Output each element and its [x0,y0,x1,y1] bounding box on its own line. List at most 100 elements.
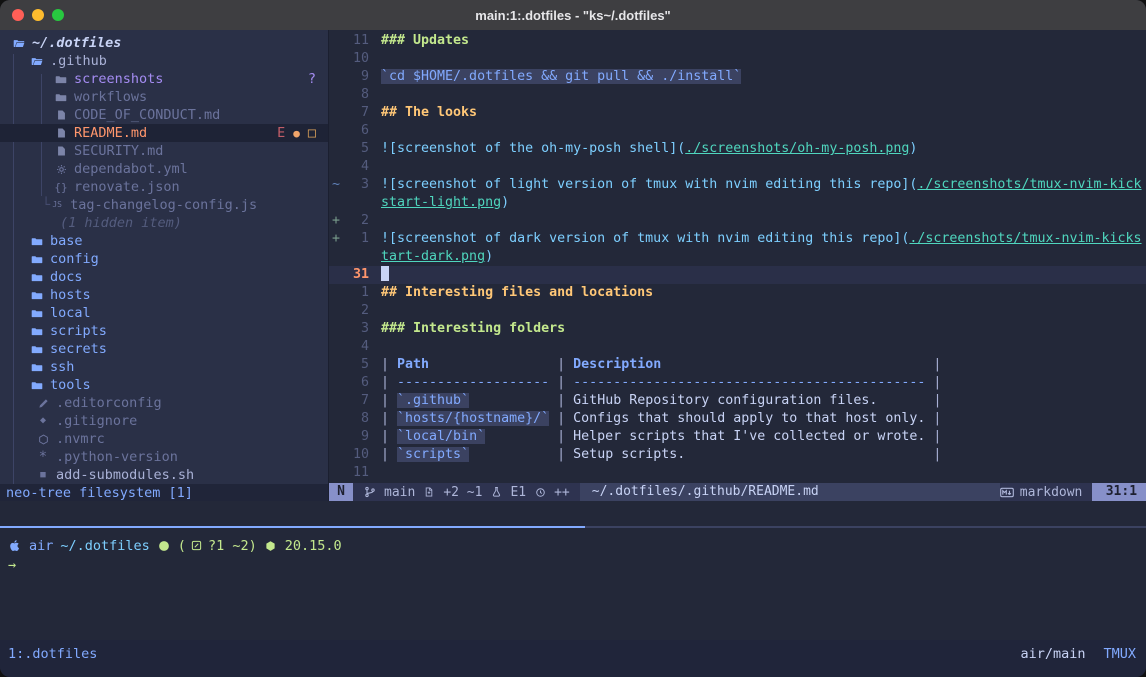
prompt-hostname: air [29,538,53,554]
editor-line[interactable]: +1![screenshot of dark version of tmux w… [329,230,1146,248]
tmux-window-item[interactable]: 1:.dotfiles [8,646,97,662]
tmux-pane-divider[interactable] [0,526,1146,528]
line-text-segment [469,393,549,408]
branch-icon [363,486,377,498]
neo-tree-panel[interactable]: ~/.dotfiles.githubscreenshots?workflowsC… [0,30,328,501]
gutter-sign [329,104,345,122]
tree-item[interactable]: hosts [0,286,328,304]
tree-item-label: scripts [50,323,107,339]
editor-line[interactable]: 1 ## Interesting files and locations [329,284,1146,302]
diamond-icon: ◆ [36,416,50,426]
line-text-segment: ## Interesting files and locations [381,285,653,300]
tree-item[interactable]: ■add-submodules.sh [0,466,328,484]
tree-item[interactable]: docs [0,268,328,286]
editor-line[interactable]: 5| Path | Description | [329,356,1146,374]
line-text-segment [685,447,925,462]
tree-item-label: .nvmrc [56,431,105,447]
editor-line[interactable]: start-light.png) [329,194,1146,212]
line-number: 10 [345,50,369,68]
folder-icon [30,344,44,355]
folder-icon [30,290,44,301]
line-text [381,86,1146,104]
editor-line[interactable]: 5![screenshot of the oh-my-posh shell](.… [329,140,1146,158]
tree-item[interactable]: README.mdE●□ [0,124,328,142]
tree-item[interactable]: *.python-version [0,448,328,466]
apple-icon [8,539,22,552]
tree-item[interactable]: base [0,232,328,250]
tree-item-label: add-submodules.sh [56,467,194,483]
editor-line[interactable]: 6| ------------------- | ---------------… [329,374,1146,392]
tree-item[interactable]: config [0,250,328,268]
editor-line[interactable]: 10 [329,50,1146,68]
tree-item[interactable]: {}renovate.json [0,178,328,196]
tree-item[interactable]: └ JStag-changelog-config.js [0,196,328,214]
editor-line[interactable]: tart-dark.png) [329,248,1146,266]
shell-pane[interactable]: air~/.dotfiles(?1 ~2)20.15.0 → [0,528,1146,640]
editor-line[interactable]: 8| `hosts/{hostname}/` | Configs that sh… [329,410,1146,428]
filetype-segment: markdown [1000,483,1093,501]
editor-line[interactable]: 9| `local/bin` | Helper scripts that I'v… [329,428,1146,446]
tree-item[interactable]: scripts [0,322,328,340]
tree-item[interactable]: (1 hidden item) [0,214,328,232]
tree-item[interactable]: .nvmrc [0,430,328,448]
close-button[interactable] [12,9,24,21]
tree-item-label: config [50,251,99,267]
tree-item[interactable]: screenshots? [0,70,328,88]
editor-line[interactable]: 31 [329,266,1146,284]
tree-item[interactable]: local [0,304,328,322]
folder-icon [30,380,44,391]
line-text-segment: ) [501,195,509,210]
editor-line[interactable]: 7| `.github` | GitHub Repository configu… [329,392,1146,410]
line-text-segment: Helper scripts that I've collected or wr… [573,429,925,444]
gutter-sign [329,122,345,140]
edit-box-icon [190,540,204,551]
line-number: 1 [345,284,369,302]
tree-item[interactable]: SECURITY.md [0,142,328,160]
title-bar[interactable]: main:1:.dotfiles - "ks~/.dotfiles" [0,0,1146,30]
tree-item[interactable]: secrets [0,340,328,358]
file-icon [54,127,68,139]
tree-item[interactable]: .github [0,52,328,70]
tree-item[interactable]: ssh [0,358,328,376]
tree-item[interactable]: ◆.gitignore [0,412,328,430]
editor-line[interactable]: 3### Interesting folders [329,320,1146,338]
line-number: 7 [345,392,369,410]
editor-line[interactable]: 9`cd $HOME/.dotfiles && git pull && ./in… [329,68,1146,86]
editor-line[interactable]: 7## The looks [329,104,1146,122]
editor-buffer[interactable]: 11### Updates109`cd $HOME/.dotfiles && g… [329,30,1146,483]
window-title: main:1:.dotfiles - "ks~/.dotfiles" [0,8,1146,23]
gutter-sign: ~ [329,176,345,194]
editor-line[interactable]: ~3![screenshot of light version of tmux … [329,176,1146,194]
editor-line[interactable]: 11 [329,464,1146,482]
editor-line[interactable]: 10| `scripts` | Setup scripts. | [329,446,1146,464]
tree-item[interactable]: ~/.dotfiles [0,34,328,52]
modified-dot-marker: ● [293,127,300,140]
line-number: 9 [345,68,369,86]
line-number [345,248,369,266]
tree-item[interactable]: tools [0,376,328,394]
editor-line[interactable]: 11### Updates [329,32,1146,50]
line-text-segment: | [381,429,397,444]
editor-line[interactable]: 6 [329,122,1146,140]
git-unstaged-marker: □ [308,125,316,141]
line-text-segment: | [925,447,941,462]
zoom-button[interactable] [52,9,64,21]
tree-item-label: screenshots [74,71,163,87]
line-number: 11 [345,464,369,482]
line-text-segment: | [381,393,397,408]
editor-line[interactable]: 2 [329,302,1146,320]
editor-line[interactable]: 8 [329,86,1146,104]
gutter-sign [329,158,345,176]
tree-item[interactable]: .editorconfig [0,394,328,412]
editor-line[interactable]: 4 [329,338,1146,356]
git-open-paren: ( [178,538,186,554]
tree-item[interactable]: workflows [0,88,328,106]
editor-line[interactable]: +2 [329,212,1146,230]
folder-icon [30,326,44,337]
minimize-button[interactable] [32,9,44,21]
tree-item[interactable]: dependabot.yml [0,160,328,178]
tree-item[interactable]: CODE_OF_CONDUCT.md [0,106,328,124]
line-number: 4 [345,158,369,176]
line-text-segment [485,429,549,444]
editor-line[interactable]: 4 [329,158,1146,176]
